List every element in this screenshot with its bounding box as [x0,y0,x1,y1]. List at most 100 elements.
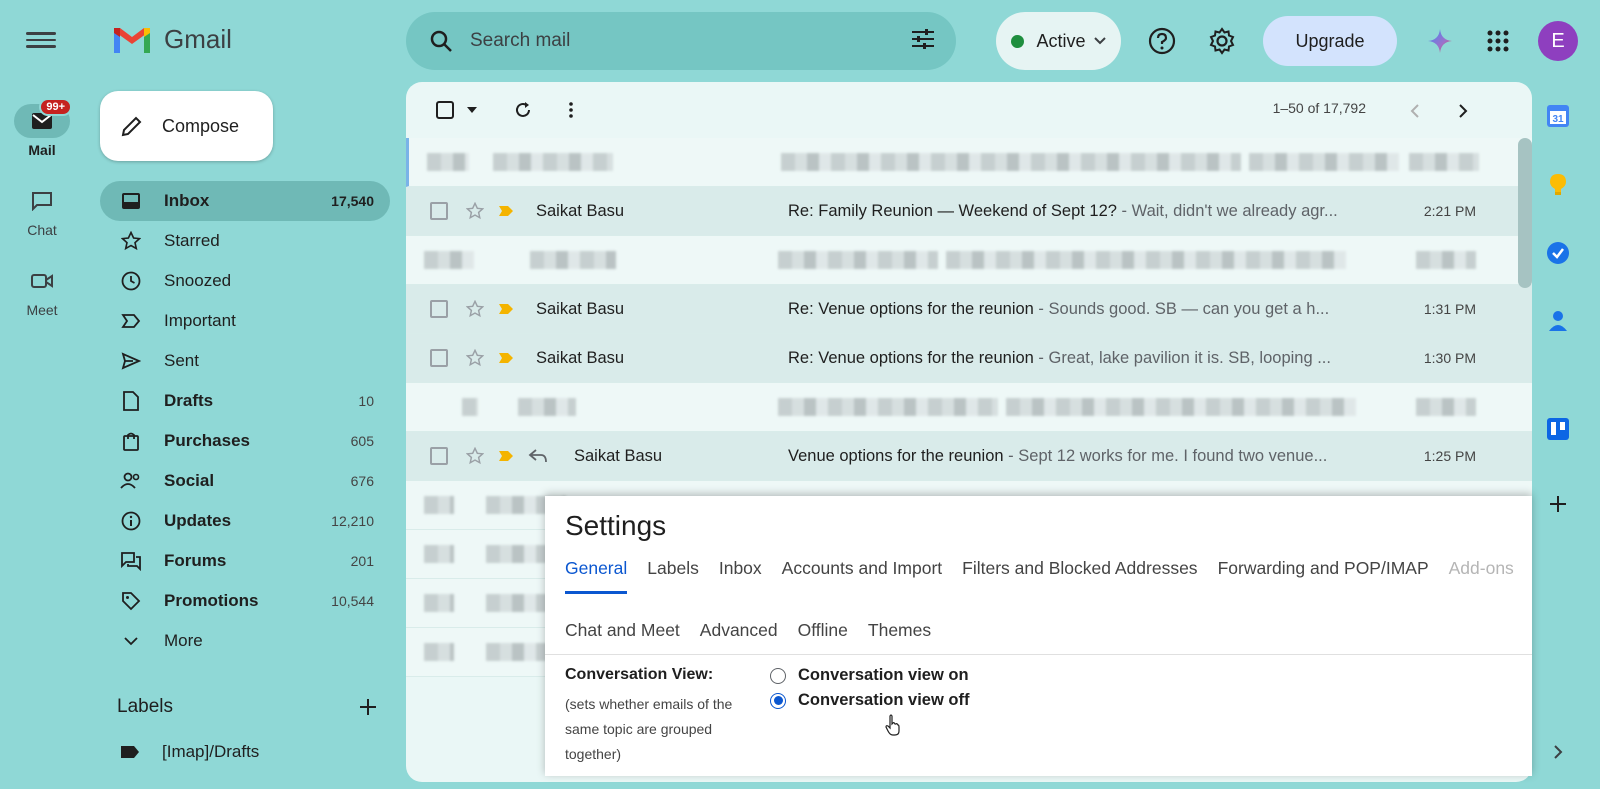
nav-label: Drafts [164,391,214,410]
nav-count: 17,540 [331,193,374,209]
important-marker-icon[interactable] [498,450,514,462]
table-row[interactable] [406,236,1532,285]
chevron-right-icon[interactable] [1538,732,1578,772]
account-avatar[interactable]: E [1538,21,1578,61]
nav-item-promotions[interactable]: Promotions 10,544 [100,581,390,621]
label-item[interactable]: [Imap]/Drafts [120,742,259,762]
table-row[interactable] [406,383,1532,432]
nav-item-forums[interactable]: Forums 201 [100,541,390,581]
table-row[interactable]: Saikat Basu Re: Family Reunion — Weekend… [406,187,1532,236]
tasks-icon[interactable] [1538,233,1578,273]
nav-item-more[interactable]: More [100,621,390,661]
row-checkbox[interactable] [430,447,448,465]
upgrade-button[interactable]: Upgrade [1263,16,1397,66]
info-icon [120,510,142,532]
row-subject-text: Venue options for the reunion [788,446,1004,465]
contacts-icon[interactable] [1538,301,1578,341]
conversation-view-on-option[interactable]: Conversation view on [770,666,969,685]
row-snippet: - Sept 12 works for me. I found two venu… [1003,446,1328,465]
keep-icon[interactable] [1538,164,1578,204]
table-row[interactable] [406,138,1532,187]
nav-item-drafts[interactable]: Drafts 10 [100,381,390,421]
nav-item-updates[interactable]: Updates 12,210 [100,501,390,541]
chevron-left-icon[interactable] [1398,94,1432,128]
important-marker-icon[interactable] [498,352,514,364]
help-icon[interactable] [1142,21,1182,61]
nav-label: Important [164,311,236,330]
tab-addons[interactable]: Add-ons [1449,558,1514,594]
chevron-down-icon [1093,37,1106,45]
nav-label: Forums [164,551,227,570]
nav-item-important[interactable]: Important [100,301,390,341]
important-marker-icon[interactable] [498,303,514,315]
nav-item-social[interactable]: Social 676 [100,461,390,501]
add-label-icon[interactable] [359,698,377,716]
row-checkbox[interactable] [430,300,448,318]
tab-labels[interactable]: Labels [647,558,699,594]
tab-general[interactable]: General [565,558,628,594]
radio-button-selected[interactable] [770,692,786,709]
nav-count: 12,210 [331,513,374,529]
mail-list-scrollbar[interactable] [1518,138,1532,288]
row-checkbox[interactable] [430,202,448,220]
tab-advanced[interactable]: Advanced [700,620,778,641]
tab-filters[interactable]: Filters and Blocked Addresses [962,558,1197,594]
trello-icon[interactable] [1538,409,1578,449]
refresh-icon[interactable] [506,93,540,127]
more-vert-icon[interactable] [554,93,588,127]
tab-offline[interactable]: Offline [798,620,848,641]
nav-count: 676 [350,473,374,489]
search-filter-icon[interactable] [910,28,936,55]
status-dropdown[interactable]: Active [996,12,1121,70]
row-sender: Saikat Basu [536,299,625,318]
star-icon[interactable] [466,447,484,465]
rail-item-label: Chat [27,222,57,238]
nav-item-inbox[interactable]: Inbox 17,540 [100,181,390,221]
radio-button[interactable] [770,667,786,684]
tab-accounts-and-import[interactable]: Accounts and Import [782,558,943,594]
select-dropdown-icon[interactable] [462,93,482,127]
row-checkbox[interactable] [430,349,448,367]
tab-forwarding[interactable]: Forwarding and POP/IMAP [1218,558,1429,594]
star-icon[interactable] [466,349,484,367]
conversation-view-off-option[interactable]: Conversation view off [770,691,969,710]
row-subject: Re: Venue options for the reunion - Soun… [788,300,1378,319]
rail-item-meet[interactable]: Meet [0,264,84,318]
table-row[interactable]: Saikat Basu Re: Venue options for the re… [406,334,1532,383]
compose-button[interactable]: Compose [100,91,273,161]
star-icon[interactable] [466,300,484,318]
search-input[interactable] [470,30,910,52]
main-menu-button[interactable] [26,28,56,52]
gemini-sparkle-icon[interactable] [1420,21,1460,61]
tab-inbox[interactable]: Inbox [719,558,762,594]
table-row[interactable]: Saikat Basu Venue options for the reunio… [406,432,1532,481]
tag-icon [120,590,142,612]
important-marker-icon[interactable] [498,205,514,217]
add-addon-icon[interactable] [1538,484,1578,524]
nav-item-snoozed[interactable]: Snoozed [100,261,390,301]
rail-item-mail[interactable]: 99+ Mail [0,98,84,158]
chevron-right-icon[interactable] [1446,94,1480,128]
tab-chat-and-meet[interactable]: Chat and Meet [565,620,680,641]
settings-tabs-row2: Chat and Meet Advanced Offline Themes [565,620,951,641]
calendar-icon[interactable]: 31 [1538,96,1578,136]
search-icon[interactable] [426,26,456,56]
nav-item-starred[interactable]: Starred [100,221,390,261]
rail-item-chat[interactable]: Chat [0,184,84,238]
star-icon[interactable] [466,202,484,220]
nav-item-purchases[interactable]: Purchases 605 [100,421,390,461]
nav-label: Sent [164,351,199,370]
label-icon [121,746,139,758]
nav-item-sent[interactable]: Sent [100,341,390,381]
clock-icon [120,270,142,292]
gmail-logo[interactable]: Gmail [112,24,232,55]
apps-grid-icon[interactable] [1478,21,1518,61]
draft-icon [120,390,142,412]
select-all-checkbox[interactable] [428,93,462,127]
settings-gear-icon[interactable] [1202,21,1242,61]
star-icon [120,230,142,252]
row-subject-text: Re: Family Reunion — Weekend of Sept 12? [788,201,1117,220]
tab-themes[interactable]: Themes [868,620,931,641]
mail-icon: 99+ [14,98,72,138]
table-row[interactable]: Saikat Basu Re: Venue options for the re… [406,285,1532,334]
